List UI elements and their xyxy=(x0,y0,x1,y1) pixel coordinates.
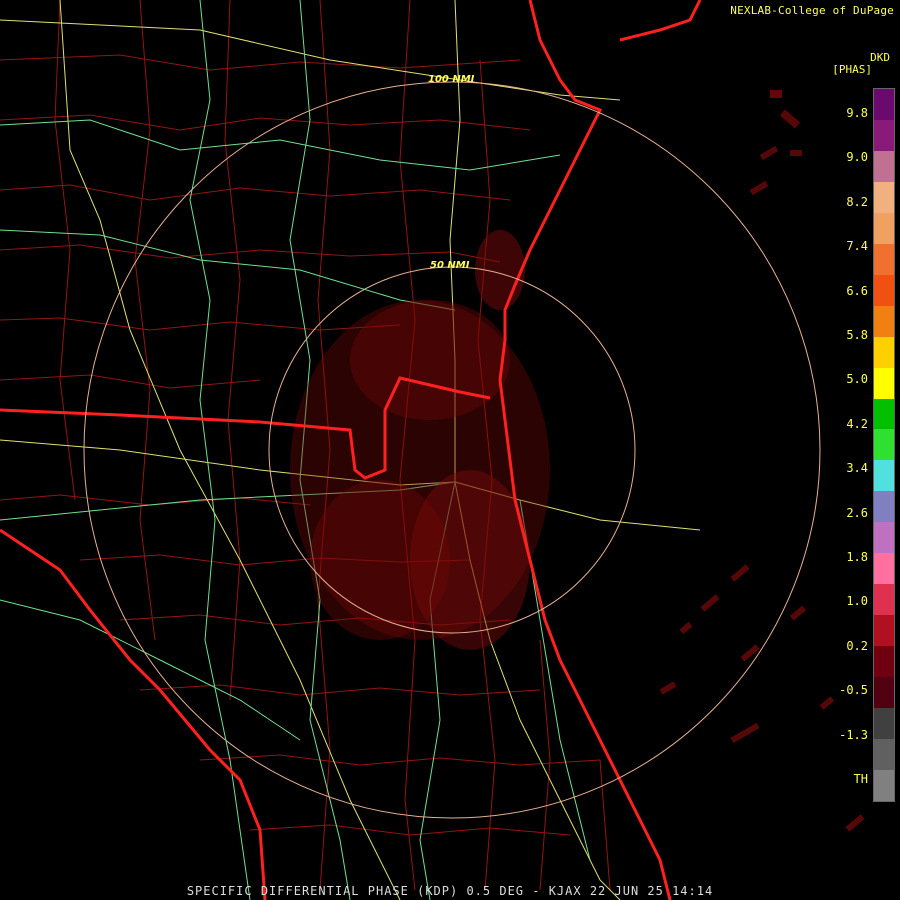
legend-swatch xyxy=(874,367,894,399)
legend-label: 0.2 xyxy=(846,638,868,653)
legend-swatch xyxy=(874,398,894,430)
radar-map: 50 NMI 100 NMI xyxy=(0,0,865,900)
legend-swatch xyxy=(874,584,894,616)
legend-label: 2.6 xyxy=(846,505,868,520)
legend-swatch xyxy=(874,119,894,151)
legend-swatch xyxy=(874,429,894,461)
legend-swatch xyxy=(874,336,894,368)
legend-label: 9.0 xyxy=(846,150,868,165)
footer-caption: SPECIFIC DIFFERENTIAL PHASE (KDP) 0.5 DE… xyxy=(186,884,714,898)
legend-swatch xyxy=(874,646,894,678)
legend-swatch xyxy=(874,212,894,244)
legend-label: 6.6 xyxy=(846,283,868,298)
legend-label: -1.3 xyxy=(839,727,868,742)
legend-label: 5.0 xyxy=(846,372,868,387)
ring-label-100: 100 NMI xyxy=(428,74,475,85)
legend-label: TH xyxy=(853,772,868,786)
legend-label: -0.5 xyxy=(839,683,868,698)
legend-label: 1.8 xyxy=(846,550,868,564)
legend-color-bar xyxy=(873,88,895,802)
legend-swatch xyxy=(874,243,894,275)
legend-swatch xyxy=(874,739,894,770)
legend-swatch xyxy=(874,150,894,182)
legend-swatch xyxy=(874,89,894,120)
legend-swatch xyxy=(874,181,894,213)
legend-swatch xyxy=(874,274,894,306)
credit-text: NEXLAB-College of DuPage xyxy=(730,4,894,17)
legend-label: 4.2 xyxy=(846,416,868,431)
legend-unit: [PHAS] xyxy=(832,63,872,76)
radar-echoes xyxy=(290,90,865,832)
legend-label: 3.4 xyxy=(846,461,868,476)
legend-swatch xyxy=(874,615,894,647)
legend-swatch xyxy=(874,769,894,801)
legend-swatch xyxy=(874,460,894,492)
legend-label: 5.8 xyxy=(846,328,868,342)
legend-label: 1.0 xyxy=(846,594,868,609)
legend-title: DKD [PHAS] xyxy=(832,52,890,76)
legend-swatch xyxy=(874,305,894,337)
legend-swatch xyxy=(874,677,894,709)
legend-swatch xyxy=(874,522,894,554)
legend-swatch xyxy=(874,491,894,523)
legend-swatch xyxy=(874,553,894,585)
legend-label: 7.4 xyxy=(846,239,868,254)
legend-label: 8.2 xyxy=(846,194,868,209)
legend-swatch xyxy=(874,708,894,740)
legend-label: 9.8 xyxy=(846,106,868,120)
ring-label-50: 50 NMI xyxy=(430,260,470,271)
